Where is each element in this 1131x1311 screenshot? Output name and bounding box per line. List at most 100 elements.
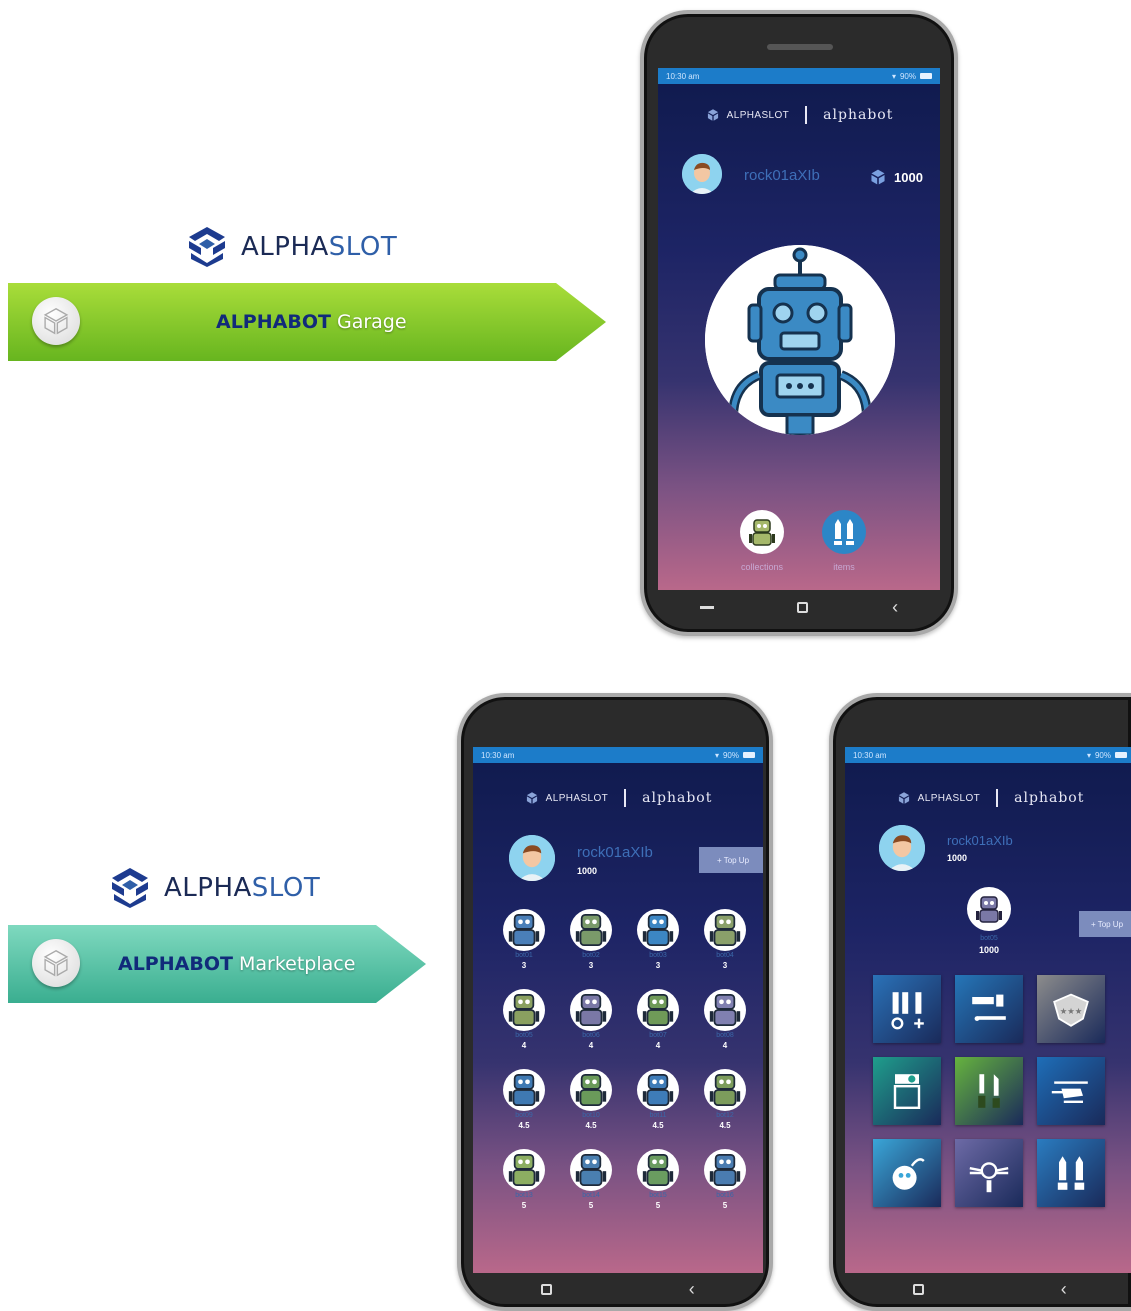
bot-card[interactable]: bot11 4.5 (633, 1069, 683, 1130)
status-icons: ▾ 90% (892, 72, 932, 81)
bot-card[interactable]: bot15 5 (633, 1149, 683, 1210)
alphaslot-wordmark: ALPHASLOT (241, 232, 397, 262)
bot-card[interactable]: bot03 3 (633, 909, 683, 970)
item-tile[interactable] (955, 1057, 1023, 1125)
bot-name: bot02 (582, 952, 600, 959)
robot-icon (704, 909, 746, 951)
alphaslot-brand-garage: ALPHASLOT (185, 225, 397, 269)
items-button[interactable] (822, 510, 866, 554)
item-tile[interactable] (955, 1139, 1023, 1207)
marketplace-ribbon: ALPHABOT Marketplace (8, 925, 426, 1003)
robot-icon (637, 989, 679, 1031)
bot-card[interactable]: bot08 4 (700, 989, 750, 1050)
bot-card[interactable]: bot05 4 (499, 989, 549, 1050)
item-tile[interactable] (1037, 1057, 1105, 1125)
alphaslot-coin-icon (871, 169, 885, 185)
username: rock01aXIb (577, 844, 653, 861)
avatar[interactable] (509, 835, 555, 881)
alphaslot-logo-icon (112, 868, 148, 908)
robot-icon (637, 1069, 679, 1111)
ribbon-badge-icon (32, 939, 80, 987)
item-tile[interactable] (1037, 1139, 1105, 1207)
home-square-icon[interactable] (797, 601, 809, 613)
brand-prefix: ALPHA (164, 873, 252, 903)
bot-price: 5 (521, 1201, 527, 1210)
bot-name: bot06 (582, 1032, 600, 1039)
robot-icon (570, 1069, 612, 1111)
bot-name: bot08 (716, 1032, 734, 1039)
bot-price: 5 (655, 1201, 661, 1210)
bot-price: 4 (655, 1041, 661, 1050)
knives-icon (978, 1074, 1000, 1108)
ribbon-strong-text: ALPHABOT (118, 953, 233, 975)
bot-name: bot03 (649, 952, 667, 959)
top-up-button[interactable]: + Top Up (699, 847, 763, 873)
bot-name: bot10 (582, 1112, 600, 1119)
garage-screen: 10:30 am ▾ 90% ALPHASLOT alphabot rock01a… (658, 68, 940, 590)
items-caption: items (833, 562, 855, 572)
bot-card[interactable]: bot07 4 (633, 989, 683, 1050)
missiles-icon (834, 519, 854, 545)
item-tile[interactable]: ★★★ (1037, 975, 1105, 1043)
back-chevron-icon[interactable]: ‹ (892, 597, 898, 618)
bot-card[interactable]: bot01 3 (499, 909, 549, 970)
item-tile[interactable] (873, 1139, 941, 1207)
bot-name: bot07 (649, 1032, 667, 1039)
wifi-icon: ▾ (1086, 750, 1091, 760)
back-chevron-icon[interactable]: ‹ (1061, 1279, 1067, 1300)
header-brand: ALPHASLOT (524, 791, 609, 805)
back-chevron-icon[interactable]: ‹ (689, 1279, 695, 1300)
top-up-button[interactable]: + Top Up (1079, 911, 1131, 937)
item-tile[interactable] (955, 975, 1023, 1043)
bot-card[interactable]: bot16 5 (700, 1149, 750, 1210)
item-tile[interactable] (873, 1057, 941, 1125)
items-phone: 10:30 am ▾ 90% ALPHASLOT alphabot rock01a… (829, 693, 1131, 1311)
selected-bot[interactable] (967, 887, 1011, 931)
header-separator (624, 789, 627, 807)
missile-launcher-icon (891, 992, 924, 1030)
collections-button[interactable] (740, 510, 784, 554)
status-time: 10:30 am (666, 71, 700, 81)
bunker-icon (893, 1074, 921, 1109)
header-brand-text: ALPHASLOT (545, 792, 609, 804)
robot-icon (637, 1149, 679, 1191)
bot-card[interactable]: bot14 5 (566, 1149, 616, 1210)
bot-name: bot01 (515, 952, 533, 959)
alphaslot-brand-marketplace: ALPHASLOT (108, 866, 320, 910)
bot-price: 4.5 (652, 1121, 664, 1130)
wifi-icon: ▾ (714, 750, 719, 760)
header-app-name: alphabot (823, 107, 894, 123)
bot-card[interactable]: bot04 3 (700, 909, 750, 970)
marketplace-screen: 10:30 am ▾ 90% ALPHASLOT alphabot rock01a… (473, 747, 763, 1273)
bot-card[interactable]: bot12 4.5 (700, 1069, 750, 1130)
bot-price: 4 (521, 1041, 527, 1050)
status-time: 10:30 am (853, 750, 887, 760)
avatar[interactable] (879, 825, 925, 871)
hero-robot[interactable] (705, 245, 895, 435)
status-time: 10:30 am (481, 750, 515, 760)
bot-card[interactable]: bot13 5 (499, 1149, 549, 1210)
bot-card[interactable]: bot06 4 (566, 989, 616, 1050)
menu-icon[interactable] (699, 605, 714, 609)
missiles-icon (1057, 1156, 1085, 1190)
item-tile[interactable] (873, 975, 941, 1043)
battery-icon (920, 73, 932, 79)
collections-caption: collections (740, 562, 784, 572)
ribbon-strong-text: ALPHABOT (216, 311, 331, 333)
garage-ribbon: ALPHABOT Garage (8, 283, 606, 361)
bot-card[interactable]: bot09 4.5 (499, 1069, 549, 1130)
brand-prefix: ALPHA (241, 232, 329, 262)
bot-card[interactable]: bot02 3 (566, 909, 616, 970)
robot-icon (503, 989, 545, 1031)
app-header: ALPHASLOT alphabot (658, 106, 940, 124)
robot-icon (704, 1149, 746, 1191)
alphaslot-logo-icon (189, 227, 225, 267)
avatar[interactable] (682, 154, 722, 194)
home-square-icon[interactable] (913, 1283, 925, 1295)
home-square-icon[interactable] (541, 1283, 553, 1295)
bot-card[interactable]: bot10 4.5 (566, 1069, 616, 1130)
wifi-icon: ▾ (891, 71, 896, 81)
bot-price: 4.5 (585, 1121, 597, 1130)
alphaslot-logo-icon (898, 792, 909, 804)
garage-ribbon-label: ALPHABOT Garage (216, 311, 407, 333)
